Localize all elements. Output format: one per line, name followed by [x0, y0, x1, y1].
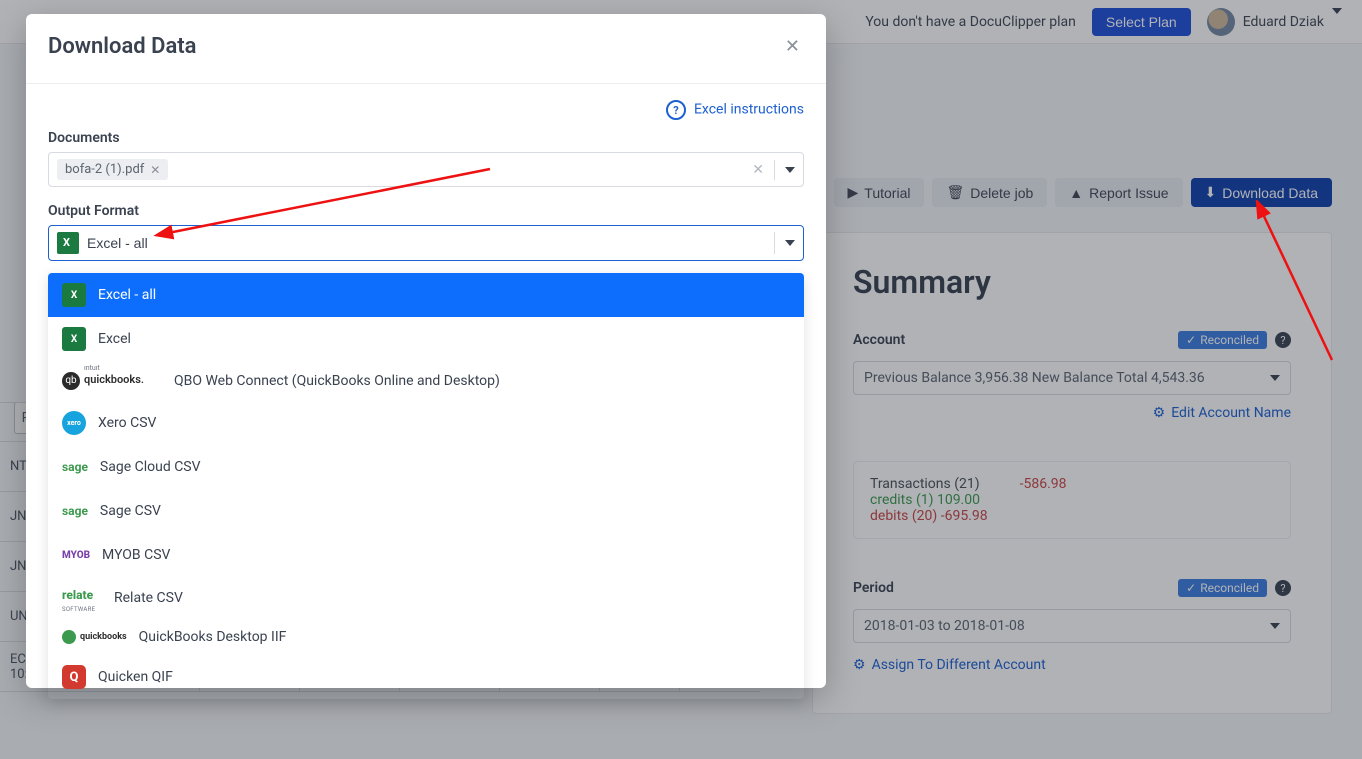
documents-multiselect[interactable]: bofa-2 (1).pdf ✕ ✕ — [48, 152, 804, 187]
option-qbo[interactable]: qbıntuıtquickbooks. QBO Web Connect (Qui… — [48, 361, 804, 401]
option-qbd-iif[interactable]: quickbooks QuickBooks Desktop IIF — [48, 619, 804, 655]
option-relate[interactable]: relateSOFTWARE Relate CSV — [48, 577, 804, 619]
quickbooks-icon: quickbooks — [62, 630, 127, 644]
download-data-modal: Download Data ✕ Excel instructions Docum… — [26, 14, 826, 688]
output-format-input[interactable] — [87, 235, 766, 251]
option-sage-cloud[interactable]: sage Sage Cloud CSV — [48, 445, 804, 489]
excel-icon — [62, 283, 86, 307]
sage-icon: sage — [62, 455, 88, 479]
chevron-down-icon[interactable] — [785, 240, 795, 246]
output-format-label: Output Format — [48, 203, 804, 219]
output-format-combobox[interactable] — [48, 225, 804, 261]
clear-all-icon[interactable]: ✕ — [752, 162, 764, 178]
option-quicken[interactable]: Quicken QIF — [48, 655, 804, 699]
xero-icon — [62, 411, 86, 435]
documents-label: Documents — [48, 130, 804, 146]
option-excel[interactable]: Excel — [48, 317, 804, 361]
quickbooks-icon: qbıntuıtquickbooks. — [62, 371, 162, 391]
document-chip: bofa-2 (1).pdf ✕ — [57, 159, 168, 180]
myob-icon: MYOB — [62, 543, 90, 567]
excel-icon — [62, 327, 86, 351]
option-excel-all[interactable]: Excel - all — [48, 273, 804, 317]
option-myob[interactable]: MYOB MYOB CSV — [48, 533, 804, 577]
remove-chip-icon[interactable]: ✕ — [150, 163, 160, 177]
modal-title: Download Data — [48, 34, 197, 59]
excel-icon — [57, 232, 79, 254]
sage-icon: sage — [62, 499, 88, 523]
quicken-icon — [62, 665, 86, 689]
option-sage[interactable]: sage Sage CSV — [48, 489, 804, 533]
relate-icon: relateSOFTWARE — [62, 587, 102, 609]
excel-instructions-link[interactable]: Excel instructions — [48, 100, 804, 120]
chevron-down-icon[interactable] — [785, 167, 795, 173]
option-xero[interactable]: Xero CSV — [48, 401, 804, 445]
close-icon[interactable]: ✕ — [781, 32, 804, 61]
output-format-dropdown: Excel - all Excel qbıntuıtquickbooks. QB… — [48, 273, 804, 699]
